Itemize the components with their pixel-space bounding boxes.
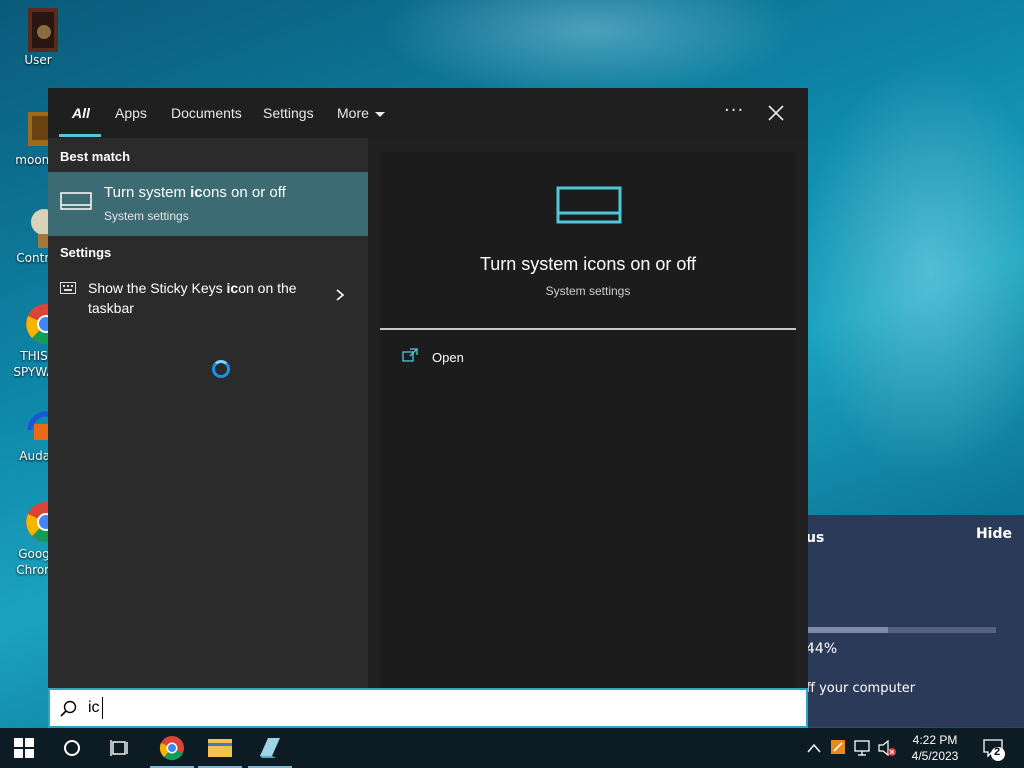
search-query: ic bbox=[88, 699, 100, 716]
progress-percent: 44% bbox=[806, 641, 838, 657]
tab-documents[interactable]: Documents bbox=[171, 105, 242, 121]
system-clock[interactable]: 4:22 PM 4/5/2023 bbox=[900, 732, 970, 764]
tab-more-label: More bbox=[337, 105, 369, 121]
task-view-button[interactable] bbox=[96, 728, 144, 768]
taskbar-chrome[interactable] bbox=[148, 728, 196, 768]
close-button[interactable] bbox=[766, 100, 786, 124]
network-icon[interactable] bbox=[852, 728, 874, 768]
monitor-icon bbox=[556, 186, 622, 224]
clock-time: 4:22 PM bbox=[912, 733, 958, 747]
preview-pane: Turn system icons on or off System setti… bbox=[368, 138, 808, 688]
open-icon bbox=[402, 348, 418, 362]
chevron-right-icon[interactable] bbox=[334, 288, 346, 302]
settings-heading: Settings bbox=[60, 245, 112, 260]
search-tabs: All Apps Documents Settings More ··· bbox=[48, 88, 808, 138]
chevron-down-icon bbox=[374, 111, 385, 117]
windows-logo-icon bbox=[14, 738, 34, 758]
chevron-up-icon[interactable] bbox=[804, 728, 824, 768]
monitor-icon bbox=[60, 192, 92, 210]
tab-all[interactable]: All bbox=[72, 105, 90, 121]
more-options-icon[interactable]: ··· bbox=[724, 100, 744, 121]
best-match-heading: Best match bbox=[60, 149, 131, 164]
preview-card: Turn system icons on or off System setti… bbox=[380, 152, 796, 688]
notification-count: 2 bbox=[994, 746, 1001, 758]
taskbar-file-explorer[interactable] bbox=[196, 728, 244, 768]
title-text: ons on or off bbox=[202, 184, 286, 201]
tab-more[interactable]: More bbox=[337, 105, 385, 121]
folder-icon bbox=[208, 739, 232, 757]
title-text: Show the Sticky Keys bbox=[88, 280, 227, 296]
cortana-button[interactable] bbox=[48, 728, 96, 768]
chrome-icon bbox=[159, 736, 184, 761]
settings-result-title: Show the Sticky Keys icon on the taskbar bbox=[88, 278, 318, 318]
best-match-subtitle: System settings bbox=[104, 209, 189, 223]
results-pane: Best match Turn system icons on or off S… bbox=[48, 138, 368, 688]
wallpaper-highlight bbox=[800, 60, 1024, 480]
preview-subtitle: System settings bbox=[545, 284, 631, 298]
text-caret bbox=[102, 697, 103, 719]
wallpaper-highlight bbox=[380, 0, 800, 100]
desktop-icon-user[interactable]: User bbox=[0, 6, 76, 68]
task-view-icon bbox=[110, 740, 128, 756]
title-text: Turn system bbox=[104, 184, 191, 201]
open-label: Open bbox=[432, 350, 464, 365]
tab-settings[interactable]: Settings bbox=[263, 105, 314, 121]
close-icon bbox=[768, 105, 784, 121]
action-center-button[interactable]: 2 bbox=[980, 728, 1008, 768]
tray-app-icon[interactable] bbox=[828, 728, 848, 768]
clock-date: 4/5/2023 bbox=[911, 749, 959, 763]
title-highlight: ic bbox=[190, 184, 203, 201]
start-button[interactable] bbox=[0, 728, 48, 768]
progress-bar bbox=[804, 627, 996, 633]
search-icon bbox=[60, 700, 77, 717]
best-match-result[interactable]: Turn system icons on or off System setti… bbox=[48, 172, 368, 236]
app-icon bbox=[260, 738, 280, 758]
taskbar: 4:22 PM 4/5/2023 2 bbox=[0, 728, 1024, 768]
background-status-panel: us Hide 44% ff your computer bbox=[790, 515, 1024, 727]
open-action[interactable]: Open bbox=[402, 348, 602, 368]
volume-muted-icon[interactable] bbox=[876, 728, 898, 768]
settings-result[interactable]: Show the Sticky Keys icon on the taskbar bbox=[48, 274, 368, 326]
user-folder-icon bbox=[24, 6, 68, 52]
preview-title: Turn system icons on or off bbox=[479, 254, 697, 274]
desktop-icon-label: User bbox=[24, 53, 52, 67]
title-highlight: ic bbox=[226, 280, 239, 296]
hide-button[interactable]: Hide bbox=[976, 526, 1012, 542]
start-search-window: All Apps Documents Settings More ··· Bes… bbox=[48, 88, 808, 728]
cortana-circle-icon bbox=[64, 740, 80, 756]
keyboard-icon bbox=[60, 282, 76, 294]
panel-title: us bbox=[806, 530, 825, 546]
tab-apps[interactable]: Apps bbox=[115, 105, 147, 121]
loading-spinner-icon bbox=[212, 360, 230, 378]
progress-bar-fill bbox=[804, 627, 889, 633]
active-tab-indicator bbox=[59, 134, 101, 137]
panel-message: ff your computer bbox=[806, 681, 916, 696]
taskbar-app[interactable] bbox=[246, 728, 294, 768]
divider bbox=[380, 328, 796, 330]
best-match-title: Turn system icons on or off bbox=[104, 184, 286, 201]
search-input[interactable]: ic bbox=[48, 688, 808, 728]
